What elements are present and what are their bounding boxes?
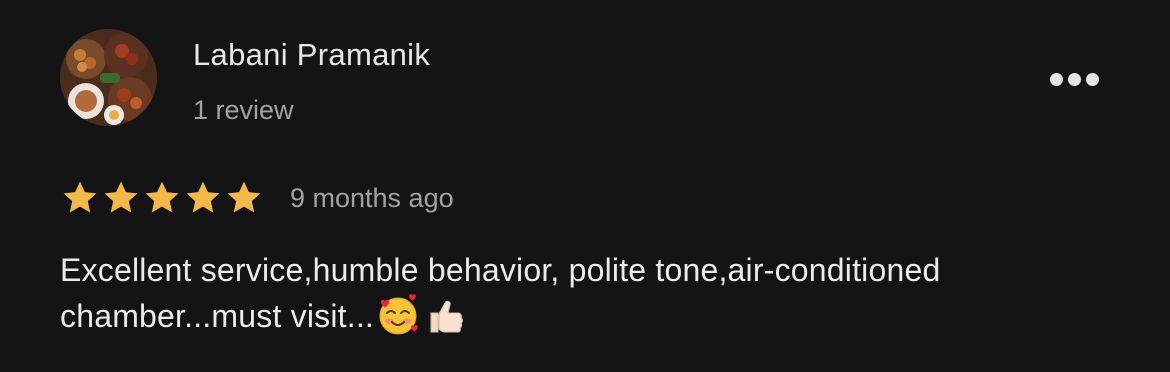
review-card: Labani Pramanik 1 review 9 months ago Ex… <box>0 0 1170 372</box>
smiling-face-with-hearts-icon <box>376 293 420 349</box>
star-icon <box>145 181 179 213</box>
avatar-food-photo <box>60 29 157 126</box>
star-icon <box>104 181 138 213</box>
star-icon <box>227 181 261 213</box>
review-date: 9 months ago <box>290 182 454 213</box>
author-review-count[interactable]: 1 review <box>193 93 294 127</box>
thumbs-up-icon <box>422 293 466 349</box>
star-rating <box>60 178 264 218</box>
more-horizontal-icon-dot <box>1067 72 1081 86</box>
review-text-body: Excellent service,humble behavior, polit… <box>60 252 941 334</box>
star-icon <box>186 181 220 213</box>
rating-row: 9 months ago <box>60 176 454 220</box>
review-text: Excellent service,humble behavior, polit… <box>60 247 1140 349</box>
author-name[interactable]: Labani Pramanik <box>193 36 430 74</box>
avatar[interactable] <box>60 29 157 126</box>
more-options-button[interactable] <box>1040 58 1108 100</box>
star-icon <box>63 181 97 213</box>
more-horizontal-icon-dot <box>1085 72 1099 86</box>
more-horizontal-icon <box>1049 72 1063 86</box>
